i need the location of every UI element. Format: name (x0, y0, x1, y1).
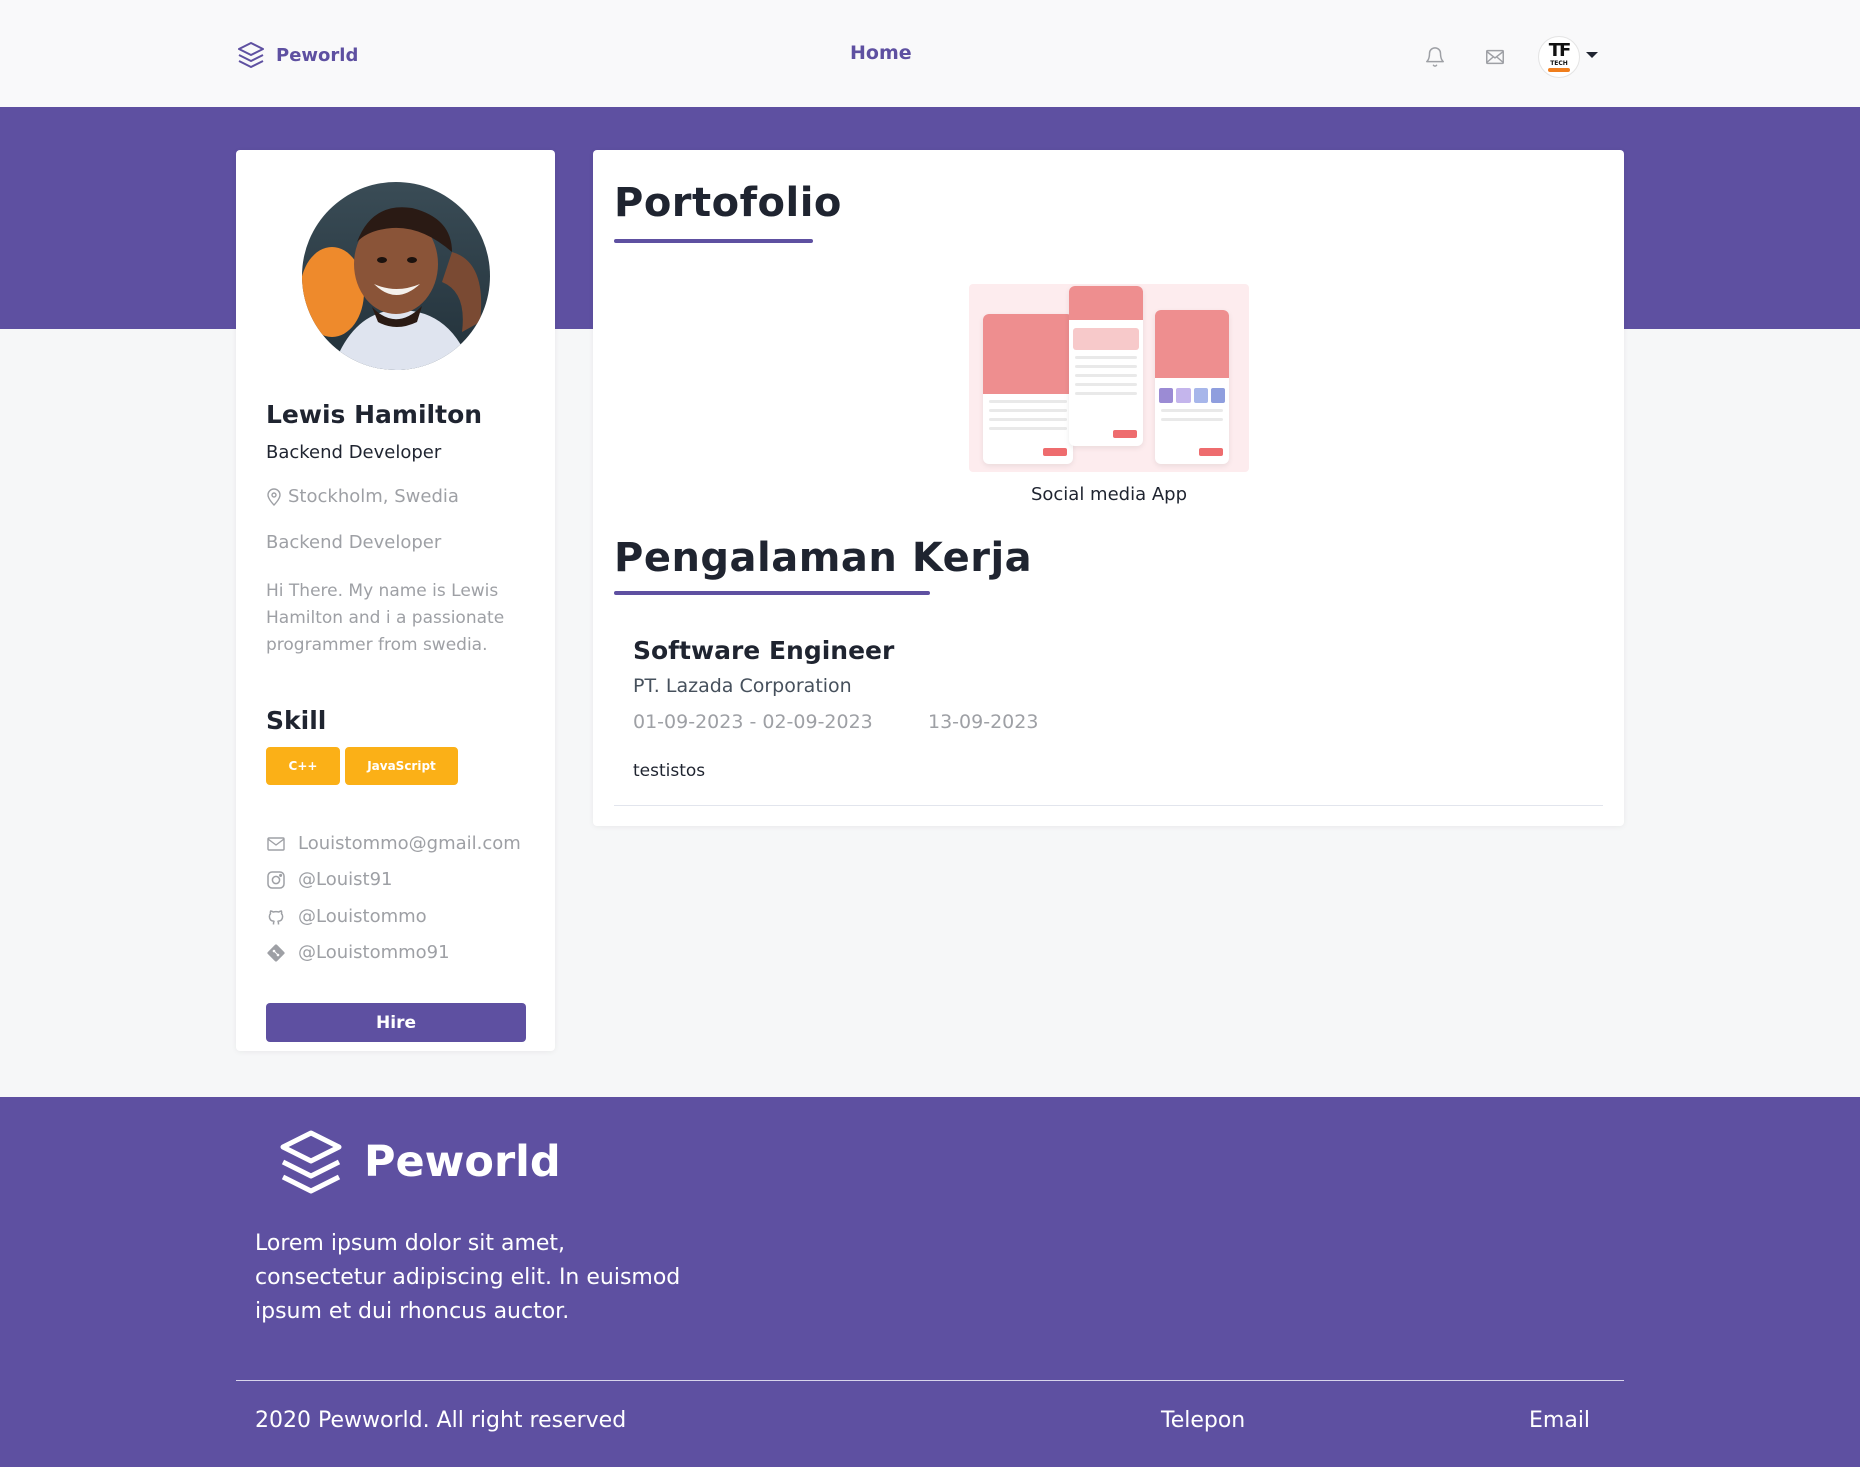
experience-position: Software Engineer (633, 636, 895, 665)
contact-instagram-text: @Louist91 (298, 869, 393, 890)
mail-icon[interactable] (1484, 46, 1506, 68)
profile-location-text: Stockholm, Swedia (288, 486, 459, 507)
experience-duration: 13-09-2023 (928, 711, 1039, 733)
skill-list: C++ JavaScript (266, 747, 458, 785)
contact-email-text: Louistommo@gmail.com (298, 833, 521, 854)
experience-heading-underline (614, 591, 930, 595)
github-icon (268, 909, 284, 925)
navbar: Peworld Home TF TECH (0, 0, 1860, 107)
hire-button[interactable]: Hire (266, 1003, 526, 1042)
footer: Peworld Lorem ipsum dolor sit amet, cons… (0, 1097, 1860, 1467)
footer-link-email[interactable]: Email (1529, 1408, 1590, 1433)
profile-job: Backend Developer (266, 442, 442, 463)
footer-link-telepon[interactable]: Telepon (1161, 1408, 1245, 1433)
skill-tag: C++ (266, 747, 340, 785)
user-avatar[interactable]: TF TECH (1538, 36, 1580, 78)
git-icon (267, 943, 285, 962)
experience-company: PT. Lazada Corporation (633, 675, 852, 697)
layers-icon (280, 1130, 342, 1194)
contact-email[interactable]: Louistommo@gmail.com (266, 833, 521, 854)
footer-description: Lorem ipsum dolor sit amet, consectetur … (255, 1231, 681, 1324)
divider (236, 1380, 1624, 1381)
brand-name: Peworld (276, 44, 359, 66)
divider (614, 805, 1603, 806)
instagram-icon (267, 870, 285, 889)
chevron-down-icon[interactable] (1586, 52, 1598, 58)
contact-github[interactable]: @Louistommo (266, 906, 427, 927)
portfolio-caption: Social media App (1030, 484, 1188, 505)
skill-heading: Skill (266, 706, 327, 735)
layers-icon (238, 42, 264, 68)
experience-heading: Pengalaman Kerja (614, 535, 1033, 581)
bell-icon[interactable] (1424, 46, 1446, 68)
experience-description: testistos (633, 761, 706, 781)
portfolio-heading-underline (614, 239, 813, 243)
portfolio-heading: Portofolio (614, 180, 842, 226)
portfolio-thumbnail (969, 284, 1249, 472)
footer-brand-name: Peworld (364, 1137, 561, 1187)
brand-logo-link[interactable]: Peworld (236, 40, 358, 70)
profile-location: Stockholm, Swedia (266, 486, 459, 507)
profile-photo (302, 182, 490, 370)
mail-icon (267, 836, 285, 851)
profile-role: Backend Developer (266, 532, 442, 553)
footer-copyright: 2020 Pewworld. All right reserved (255, 1408, 627, 1433)
avatar-logo-text: TF (1548, 40, 1572, 61)
contact-gitlab-text: @Louistommo91 (298, 942, 450, 963)
nav-home-link[interactable]: Home (850, 42, 912, 64)
skill-tag: JavaScript (345, 747, 458, 785)
contact-instagram[interactable]: @Louist91 (266, 869, 392, 890)
portfolio-experience-card: Portofolio Social media App Pengalaman K… (593, 150, 1624, 826)
avatar-logo-subtext: TECH (1550, 60, 1568, 67)
profile-bio: Hi There. My name is Lewis Hamilton and … (266, 581, 505, 655)
contact-github-text: @Louistommo (298, 906, 427, 927)
portfolio-item[interactable]: Social media App (969, 284, 1249, 505)
contact-gitlab[interactable]: @Louistommo91 (266, 942, 450, 963)
map-pin-icon (267, 487, 281, 506)
footer-brand: Peworld (276, 1127, 561, 1197)
profile-name: Lewis Hamilton (266, 400, 483, 429)
profile-card: Lewis Hamilton Backend Developer Stockho… (236, 150, 555, 1051)
experience-dates: 01-09-2023 - 02-09-2023 (633, 711, 873, 733)
